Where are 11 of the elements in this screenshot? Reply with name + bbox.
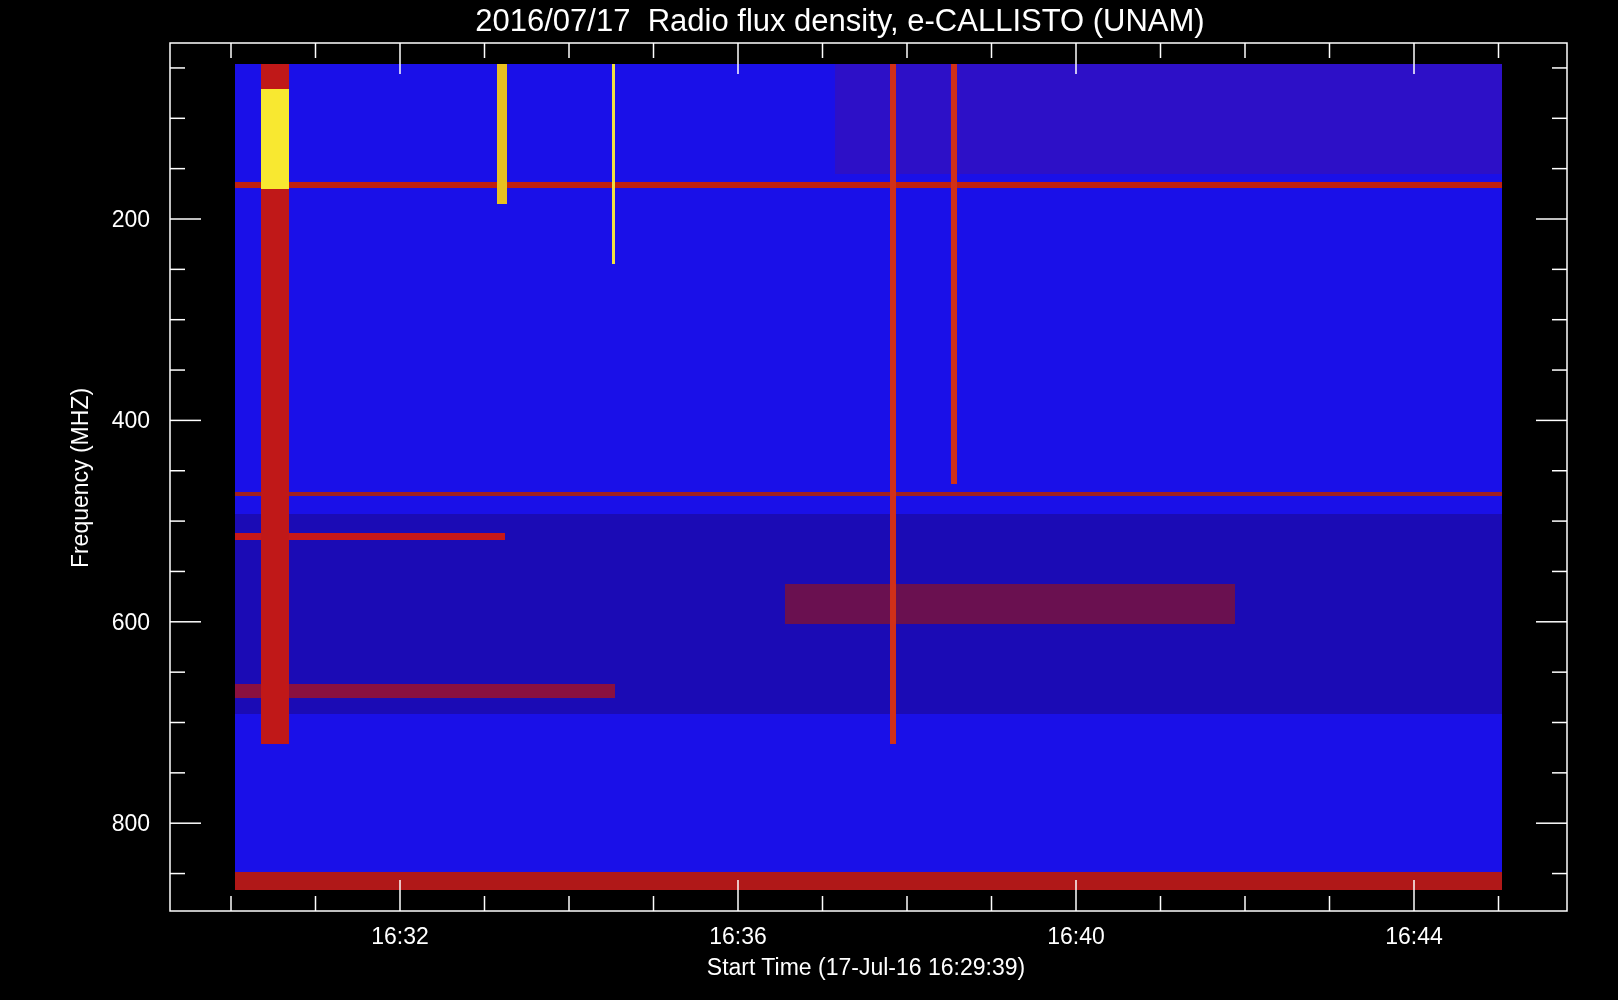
axis-title: Start Time (17-Jul-16 16:29:39) xyxy=(706,954,1026,980)
axis-title: Frequency (MHZ) xyxy=(67,387,93,569)
tick-label: 800 xyxy=(111,810,150,837)
tick-label: 16:32 xyxy=(371,923,429,949)
tick-label: 16:36 xyxy=(709,923,767,949)
tick-label: 16:44 xyxy=(1385,923,1443,949)
tick-label: 400 xyxy=(111,407,150,434)
tick-label: 16:40 xyxy=(1047,923,1105,949)
tick-label: 200 xyxy=(111,206,150,232)
chart-title: 2016/07/17 Radio flux density, e-CALLISTO (UNAM) xyxy=(475,3,1205,38)
tick-label: 600 xyxy=(111,608,150,635)
